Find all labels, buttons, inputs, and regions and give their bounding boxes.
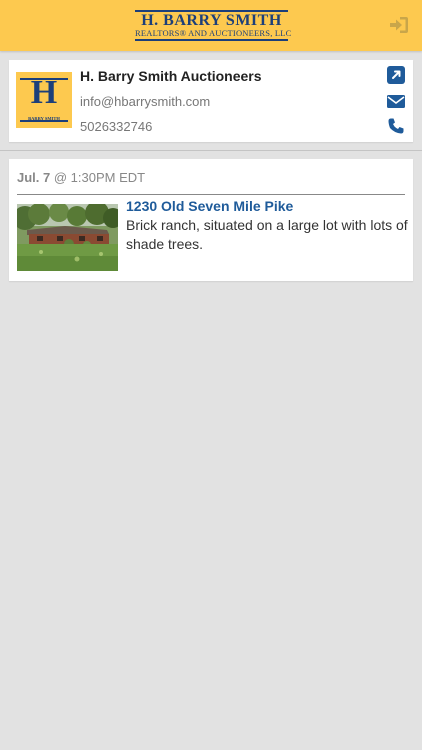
listing-photo[interactable] xyxy=(17,204,118,271)
sign-in-icon[interactable] xyxy=(388,14,410,36)
brand-logo: H. BARRY SMITH REALTORS® AND AUCTIONEERS… xyxy=(135,10,292,41)
seller-phone[interactable]: 5026332746 xyxy=(80,119,152,134)
auction-card: Jul. 7 @ 1:30PM EDT 1230 Old Seven Mile … xyxy=(9,159,413,281)
seller-email[interactable]: info@hbarrysmith.com xyxy=(80,94,210,109)
seller-name: H. Barry Smith Auctioneers xyxy=(80,68,262,84)
auction-date-time: @ 1:30PM EDT xyxy=(50,170,146,185)
top-app-bar: H. BARRY SMITH REALTORS® AND AUCTIONEERS… xyxy=(0,0,422,51)
auction-date: Jul. 7 @ 1:30PM EDT xyxy=(17,170,145,185)
brand-subtitle: REALTORS® AND AUCTIONEERS, LLC xyxy=(135,28,292,38)
brand-rule-bottom xyxy=(135,39,288,41)
auction-divider xyxy=(17,194,405,195)
listing-description: Brick ranch, situated on a large lot wit… xyxy=(126,217,408,252)
external-link-icon[interactable] xyxy=(387,66,405,84)
seller-card: H BARRY SMITH H. Barry Smith Auctioneers… xyxy=(9,60,413,142)
listing-title[interactable]: 1230 Old Seven Mile Pike xyxy=(126,198,293,214)
seller-logo: H BARRY SMITH xyxy=(16,72,72,128)
seller-logo-letter: H xyxy=(30,74,58,111)
seller-logo-text: BARRY SMITH xyxy=(28,116,60,121)
envelope-icon[interactable] xyxy=(387,92,405,110)
brand-name: H. BARRY SMITH xyxy=(141,12,282,29)
section-divider xyxy=(0,150,422,151)
phone-icon[interactable] xyxy=(387,117,405,135)
auction-date-day: Jul. 7 xyxy=(17,170,51,185)
